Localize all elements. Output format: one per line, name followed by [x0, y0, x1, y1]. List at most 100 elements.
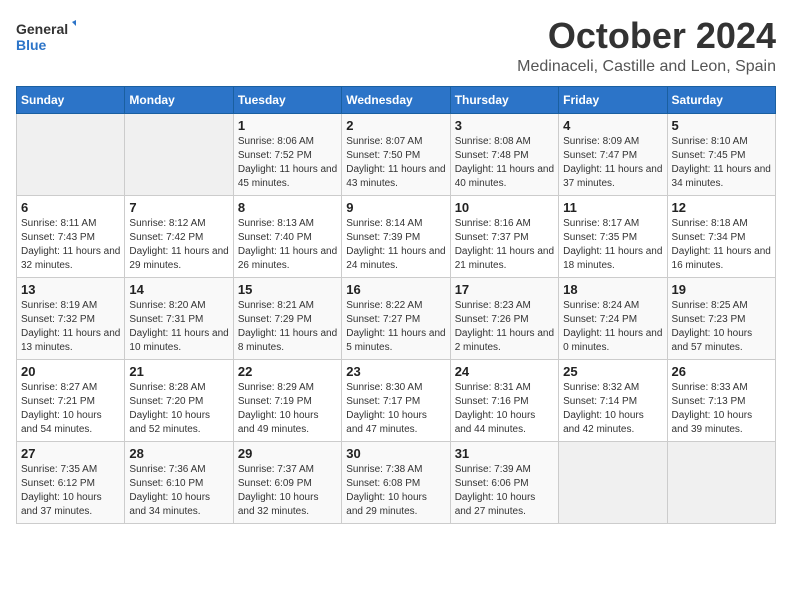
- day-number: 20: [21, 364, 120, 379]
- calendar-cell: 13 Sunrise: 8:19 AM Sunset: 7:32 PM Dayli…: [17, 277, 125, 359]
- calendar-cell: 30 Sunrise: 7:38 AM Sunset: 6:08 PM Dayli…: [342, 441, 450, 523]
- calendar-cell: 18Sunrise: 8:24 AM Sunset: 7:24 PM Dayli…: [559, 277, 667, 359]
- day-info: Sunrise: 8:14 AM Sunset: 7:39 PM Dayligh…: [346, 217, 445, 273]
- calendar-cell: 26 Sunrise: 8:33 AM Sunset: 7:13 PM Dayli…: [667, 359, 775, 441]
- calendar-cell: 7Sunrise: 8:12 AM Sunset: 7:42 PM Daylig…: [125, 195, 233, 277]
- day-info: Sunrise: 8:17 AM Sunset: 7:35 PM Dayligh…: [563, 217, 662, 273]
- calendar-cell: [125, 113, 233, 195]
- day-number: 30: [346, 446, 445, 461]
- calendar-cell: 24Sunrise: 8:31 AM Sunset: 7:16 PM Dayli…: [450, 359, 558, 441]
- day-info: Sunrise: 8:25 AM Sunset: 7:23 PM Dayligh…: [672, 299, 771, 355]
- day-number: 26: [672, 364, 771, 379]
- day-info: Sunrise: 8:11 AM Sunset: 7:43 PM Dayligh…: [21, 217, 120, 273]
- calendar-cell: 15 Sunrise: 8:21 AM Sunset: 7:29 PM Dayli…: [233, 277, 341, 359]
- location-title: Medinaceli, Castille and Leon, Spain: [517, 58, 776, 76]
- title-block: October 2024 Medinaceli, Castille and Le…: [517, 16, 776, 76]
- day-info: Sunrise: 8:19 AM Sunset: 7:32 PM Dayligh…: [21, 299, 120, 355]
- day-number: 4: [563, 118, 662, 133]
- day-info: Sunrise: 8:27 AM Sunset: 7:21 PM Dayligh…: [21, 381, 120, 437]
- calendar-cell: 23 Sunrise: 8:30 AM Sunset: 7:17 PM Dayli…: [342, 359, 450, 441]
- day-number: 2: [346, 118, 445, 133]
- day-number: 5: [672, 118, 771, 133]
- weekday-header-sunday: Sunday: [17, 86, 125, 113]
- calendar-header: SundayMondayTuesdayWednesdayThursdayFrid…: [17, 86, 776, 113]
- day-number: 23: [346, 364, 445, 379]
- calendar-cell: 29 Sunrise: 7:37 AM Sunset: 6:09 PM Dayli…: [233, 441, 341, 523]
- day-info: Sunrise: 8:06 AM Sunset: 7:52 PM Dayligh…: [238, 135, 337, 191]
- day-number: 27: [21, 446, 120, 461]
- day-number: 9: [346, 200, 445, 215]
- day-number: 1: [238, 118, 337, 133]
- calendar-cell: 27 Sunrise: 7:35 AM Sunset: 6:12 PM Dayli…: [17, 441, 125, 523]
- calendar-cell: 3Sunrise: 8:08 AM Sunset: 7:48 PM Daylig…: [450, 113, 558, 195]
- day-info: Sunrise: 8:33 AM Sunset: 7:13 PM Dayligh…: [672, 381, 771, 437]
- day-number: 12: [672, 200, 771, 215]
- calendar-cell: 17 Sunrise: 8:23 AM Sunset: 7:26 PM Dayli…: [450, 277, 558, 359]
- day-number: 22: [238, 364, 337, 379]
- month-title: October 2024: [517, 16, 776, 56]
- calendar-cell: 28 Sunrise: 7:36 AM Sunset: 6:10 PM Dayli…: [125, 441, 233, 523]
- day-info: Sunrise: 7:38 AM Sunset: 6:08 PM Dayligh…: [346, 463, 445, 519]
- day-number: 21: [129, 364, 228, 379]
- day-number: 29: [238, 446, 337, 461]
- calendar-cell: 2Sunrise: 8:07 AM Sunset: 7:50 PM Daylig…: [342, 113, 450, 195]
- day-number: 16: [346, 282, 445, 297]
- svg-text:General: General: [16, 21, 68, 37]
- day-info: Sunrise: 7:35 AM Sunset: 6:12 PM Dayligh…: [21, 463, 120, 519]
- day-info: Sunrise: 7:39 AM Sunset: 6:06 PM Dayligh…: [455, 463, 554, 519]
- weekday-header-saturday: Saturday: [667, 86, 775, 113]
- day-info: Sunrise: 8:09 AM Sunset: 7:47 PM Dayligh…: [563, 135, 662, 191]
- day-info: Sunrise: 8:29 AM Sunset: 7:19 PM Dayligh…: [238, 381, 337, 437]
- day-info: Sunrise: 8:20 AM Sunset: 7:31 PM Dayligh…: [129, 299, 228, 355]
- day-info: Sunrise: 7:36 AM Sunset: 6:10 PM Dayligh…: [129, 463, 228, 519]
- calendar-cell: 20 Sunrise: 8:27 AM Sunset: 7:21 PM Dayli…: [17, 359, 125, 441]
- day-number: 8: [238, 200, 337, 215]
- calendar-cell: [17, 113, 125, 195]
- day-number: 31: [455, 446, 554, 461]
- day-info: Sunrise: 8:21 AM Sunset: 7:29 PM Dayligh…: [238, 299, 337, 355]
- weekday-header-friday: Friday: [559, 86, 667, 113]
- svg-text:Blue: Blue: [16, 37, 47, 53]
- logo: General Blue: [16, 16, 76, 60]
- calendar-cell: [667, 441, 775, 523]
- day-number: 25: [563, 364, 662, 379]
- day-info: Sunrise: 8:10 AM Sunset: 7:45 PM Dayligh…: [672, 135, 771, 191]
- weekday-header-tuesday: Tuesday: [233, 86, 341, 113]
- day-number: 24: [455, 364, 554, 379]
- day-number: 13: [21, 282, 120, 297]
- calendar-cell: 25 Sunrise: 8:32 AM Sunset: 7:14 PM Dayli…: [559, 359, 667, 441]
- calendar-table: SundayMondayTuesdayWednesdayThursdayFrid…: [16, 86, 776, 524]
- day-info: Sunrise: 8:23 AM Sunset: 7:26 PM Dayligh…: [455, 299, 554, 355]
- day-info: Sunrise: 8:28 AM Sunset: 7:20 PM Dayligh…: [129, 381, 228, 437]
- day-number: 28: [129, 446, 228, 461]
- calendar-cell: 11 Sunrise: 8:17 AM Sunset: 7:35 PM Dayli…: [559, 195, 667, 277]
- weekday-header-monday: Monday: [125, 86, 233, 113]
- calendar-cell: 1 Sunrise: 8:06 AM Sunset: 7:52 PM Daylig…: [233, 113, 341, 195]
- day-number: 19: [672, 282, 771, 297]
- day-info: Sunrise: 8:30 AM Sunset: 7:17 PM Dayligh…: [346, 381, 445, 437]
- day-info: Sunrise: 8:32 AM Sunset: 7:14 PM Dayligh…: [563, 381, 662, 437]
- day-number: 10: [455, 200, 554, 215]
- day-info: Sunrise: 7:37 AM Sunset: 6:09 PM Dayligh…: [238, 463, 337, 519]
- day-info: Sunrise: 8:22 AM Sunset: 7:27 PM Dayligh…: [346, 299, 445, 355]
- page-header: General Blue October 2024 Medinaceli, Ca…: [16, 16, 776, 76]
- calendar-cell: 8 Sunrise: 8:13 AM Sunset: 7:40 PM Daylig…: [233, 195, 341, 277]
- logo-svg: General Blue: [16, 16, 76, 60]
- calendar-cell: 21 Sunrise: 8:28 AM Sunset: 7:20 PM Dayli…: [125, 359, 233, 441]
- calendar-cell: 14Sunrise: 8:20 AM Sunset: 7:31 PM Dayli…: [125, 277, 233, 359]
- weekday-header-wednesday: Wednesday: [342, 86, 450, 113]
- day-number: 6: [21, 200, 120, 215]
- day-number: 11: [563, 200, 662, 215]
- day-number: 15: [238, 282, 337, 297]
- calendar-cell: 22 Sunrise: 8:29 AM Sunset: 7:19 PM Dayli…: [233, 359, 341, 441]
- calendar-cell: 31 Sunrise: 7:39 AM Sunset: 6:06 PM Dayli…: [450, 441, 558, 523]
- day-number: 17: [455, 282, 554, 297]
- day-info: Sunrise: 8:18 AM Sunset: 7:34 PM Dayligh…: [672, 217, 771, 273]
- calendar-cell: 16 Sunrise: 8:22 AM Sunset: 7:27 PM Dayli…: [342, 277, 450, 359]
- day-info: Sunrise: 8:12 AM Sunset: 7:42 PM Dayligh…: [129, 217, 228, 273]
- calendar-cell: 5 Sunrise: 8:10 AM Sunset: 7:45 PM Daylig…: [667, 113, 775, 195]
- day-info: Sunrise: 8:16 AM Sunset: 7:37 PM Dayligh…: [455, 217, 554, 273]
- day-info: Sunrise: 8:08 AM Sunset: 7:48 PM Dayligh…: [455, 135, 554, 191]
- calendar-cell: 6 Sunrise: 8:11 AM Sunset: 7:43 PM Daylig…: [17, 195, 125, 277]
- day-info: Sunrise: 8:13 AM Sunset: 7:40 PM Dayligh…: [238, 217, 337, 273]
